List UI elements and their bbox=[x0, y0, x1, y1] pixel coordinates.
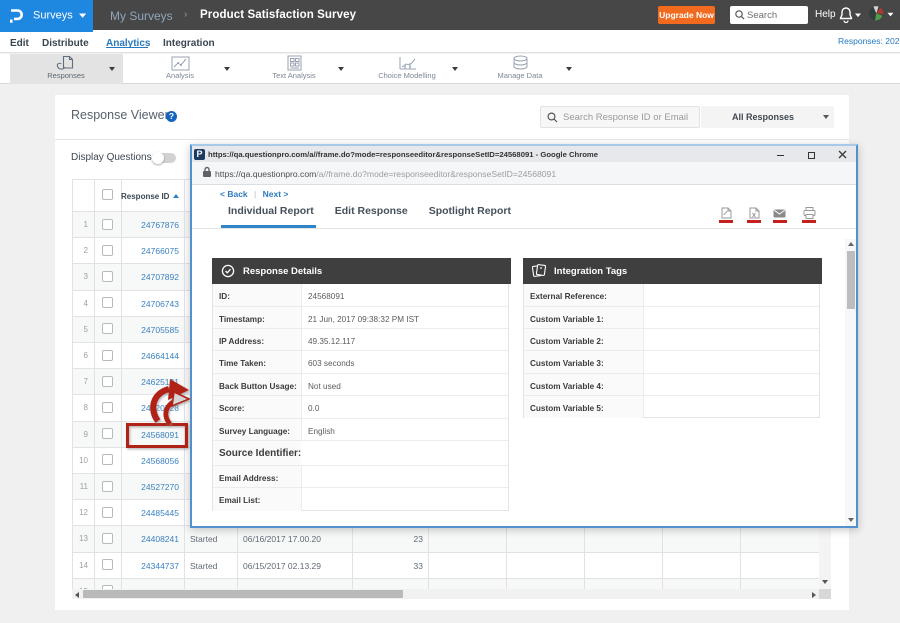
svg-text:Surveys: Surveys bbox=[33, 10, 73, 22]
